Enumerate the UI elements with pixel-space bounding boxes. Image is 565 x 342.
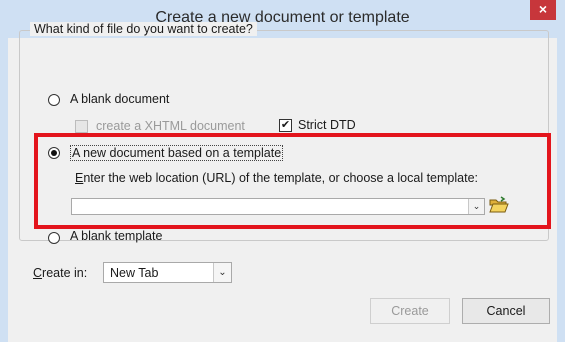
create-in-label: Create in: xyxy=(33,266,87,280)
checkbox-strict-dtd[interactable]: ✔ xyxy=(279,119,292,132)
radio-blank-document[interactable] xyxy=(48,94,60,106)
label-xhtml[interactable]: create a XHTML document xyxy=(96,119,245,133)
dialog-window: Create a new document or template × What… xyxy=(0,0,565,342)
close-button[interactable]: × xyxy=(530,0,556,20)
checkbox-xhtml[interactable] xyxy=(75,120,88,133)
highlight-box xyxy=(34,133,551,229)
label-strict-dtd[interactable]: Strict DTD xyxy=(298,118,356,132)
create-in-value: New Tab xyxy=(110,266,159,280)
label-blank-template[interactable]: A blank template xyxy=(70,229,162,243)
create-in-label-rest: reate in: xyxy=(42,266,88,280)
chevron-down-icon[interactable]: ⌄ xyxy=(213,263,231,282)
create-in-mnemonic: C xyxy=(33,266,43,280)
create-in-select[interactable]: New Tab ⌄ xyxy=(103,262,232,283)
label-blank-document[interactable]: A blank document xyxy=(70,92,169,106)
radio-blank-template[interactable] xyxy=(48,232,60,244)
cancel-button[interactable]: Cancel xyxy=(462,298,550,324)
groupbox-legend: What kind of file do you want to create? xyxy=(30,22,257,36)
create-button[interactable]: Create xyxy=(370,298,450,324)
